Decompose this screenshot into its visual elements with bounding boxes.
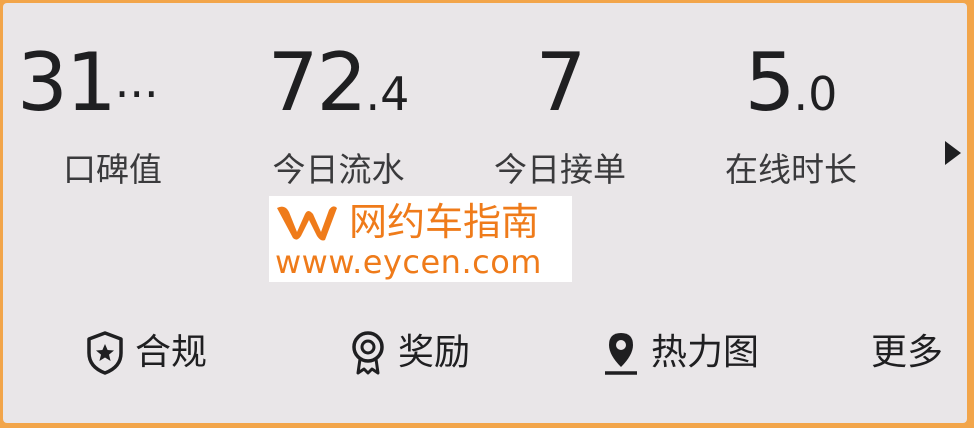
stat-reputation[interactable]: 31··· 口碑值 <box>17 33 207 192</box>
stat-online-hours-value: 5.0 <box>744 36 838 129</box>
stat-today-revenue[interactable]: 72.4 今日流水 <box>251 33 426 192</box>
map-pin-icon <box>605 333 637 375</box>
stats-row: 31··· 口碑值 72.4 今日流水 7 今日接单 5.0 在线时长 <box>3 33 967 203</box>
stat-online-hours-label: 在线时长 <box>725 150 857 189</box>
compliance-label: 合规 <box>135 332 208 373</box>
stat-reputation-value: 31··· <box>17 36 159 129</box>
compliance-button[interactable]: 合规 <box>85 318 207 388</box>
actions-row: 合规 奖励 热力图 更多 <box>3 318 967 388</box>
rewards-button[interactable]: 奖励 <box>348 318 470 388</box>
stat-today-revenue-label: 今日流水 <box>272 150 405 189</box>
heatmap-label: 热力图 <box>651 332 760 373</box>
stat-today-orders[interactable]: 7 今日接单 <box>475 33 645 192</box>
stat-reputation-label: 口碑值 <box>63 150 162 189</box>
watermark: 网约车指南 www.eycen.com <box>269 196 572 282</box>
watermark-logo-icon <box>277 206 337 241</box>
rewards-label: 奖励 <box>398 332 471 373</box>
more-label: 更多 <box>871 332 944 373</box>
stat-today-orders-label: 今日接单 <box>494 150 626 189</box>
driver-dashboard-card: 31··· 口碑值 72.4 今日流水 7 今日接单 5.0 在线时长 网约车指… <box>3 3 967 423</box>
watermark-url: www.eycen.com <box>275 243 542 281</box>
watermark-title: 网约车指南 <box>349 200 540 244</box>
shield-star-icon <box>87 331 123 375</box>
heatmap-button[interactable]: 热力图 <box>601 318 759 388</box>
stat-today-revenue-value: 72.4 <box>267 36 410 129</box>
stat-online-hours[interactable]: 5.0 在线时长 <box>707 33 875 192</box>
triangle-right-icon[interactable] <box>945 141 961 165</box>
award-ribbon-icon <box>352 331 384 375</box>
more-button[interactable]: 更多 <box>871 318 943 388</box>
stat-today-orders-value: 7 <box>535 36 587 129</box>
